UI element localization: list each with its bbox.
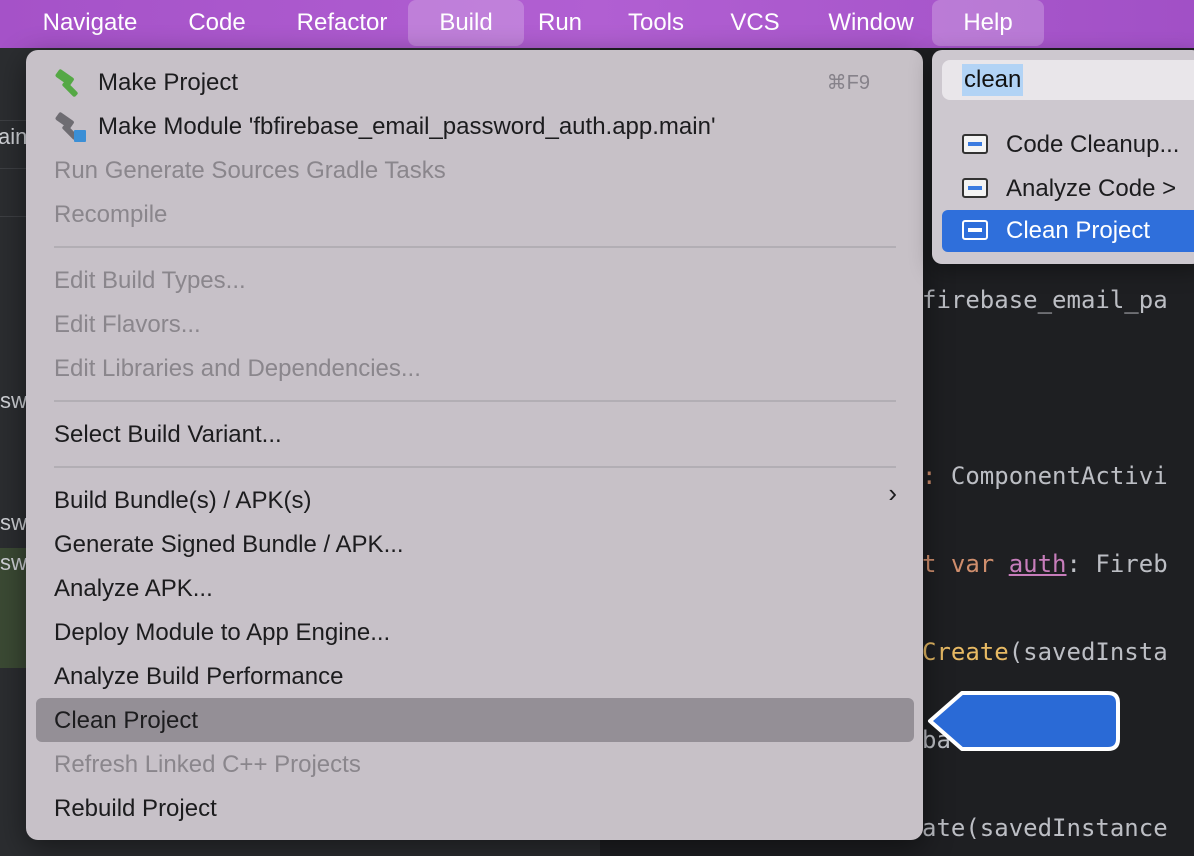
menu-window[interactable]: Window bbox=[808, 0, 934, 46]
module-hammer-icon bbox=[55, 112, 86, 142]
menu-separator bbox=[54, 400, 896, 402]
code-line: Create(savedInsta bbox=[922, 638, 1168, 666]
menu-code[interactable]: Code bbox=[170, 0, 264, 46]
shortcut-label: ⌘F9 bbox=[826, 72, 870, 94]
help-search-input[interactable]: clean bbox=[942, 60, 1194, 100]
tab-fragment: ain bbox=[0, 124, 28, 149]
code-line: firebase_email_pa bbox=[922, 286, 1168, 314]
code-line: t var auth: Fireb bbox=[922, 550, 1168, 578]
menu-tools[interactable]: Tools bbox=[608, 0, 704, 46]
menu-build[interactable]: Build bbox=[408, 0, 524, 46]
search-query: clean bbox=[962, 64, 1024, 96]
menubar: Navigate Code Refactor Build Run Tools V… bbox=[0, 0, 1194, 48]
search-result-analyze-code[interactable]: Analyze Code > bbox=[942, 168, 1194, 210]
menu-item-make-project[interactable]: Make Project ⌘F9 bbox=[54, 62, 896, 104]
action-icon bbox=[962, 134, 988, 154]
help-search-popup: clean Code Cleanup... Analyze Code > Cle… bbox=[932, 50, 1194, 264]
menu-run[interactable]: Run bbox=[524, 0, 596, 46]
menu-item-build-bundle[interactable]: Build Bundle(s) / APK(s) bbox=[54, 480, 896, 522]
pointer-arrow-icon bbox=[928, 691, 1120, 751]
menu-separator bbox=[54, 246, 896, 248]
action-icon bbox=[962, 178, 988, 198]
menu-help[interactable]: Help bbox=[932, 0, 1044, 46]
file-fragment: sw bbox=[0, 388, 27, 413]
search-result-code-cleanup[interactable]: Code Cleanup... bbox=[942, 124, 1194, 166]
file-fragment: sw bbox=[0, 550, 27, 575]
menu-vcs[interactable]: VCS bbox=[716, 0, 794, 46]
search-result-clean-project[interactable]: Clean Project bbox=[942, 210, 1194, 252]
action-icon bbox=[962, 220, 988, 240]
code-line: ate(savedInstance bbox=[922, 814, 1168, 842]
hammer-icon bbox=[55, 69, 78, 97]
file-fragment: sw bbox=[0, 510, 27, 535]
menu-navigate[interactable]: Navigate bbox=[22, 0, 158, 46]
menu-separator bbox=[54, 466, 896, 468]
code-line: : ComponentActivi bbox=[922, 462, 1168, 490]
build-menu-dropdown: Make Project ⌘F9 Make Module 'fbfirebase… bbox=[26, 50, 923, 840]
chevron-right-icon: › bbox=[888, 478, 897, 508]
menu-refactor[interactable]: Refactor bbox=[276, 0, 408, 46]
